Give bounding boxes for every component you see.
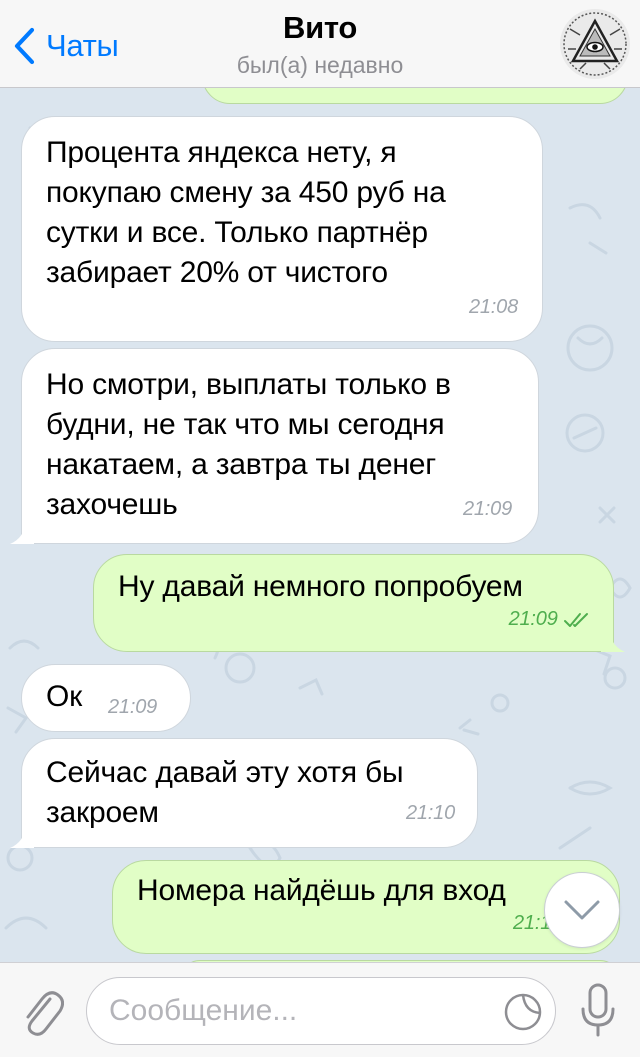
message-input[interactable] bbox=[109, 978, 489, 1044]
chevron-down-icon bbox=[564, 900, 600, 920]
microphone-icon[interactable] bbox=[578, 981, 618, 1041]
message-time-text: 21:09 bbox=[508, 608, 558, 630]
message-input-bar bbox=[0, 962, 640, 1057]
message-text-line: Но смотри, выплаты только в bbox=[46, 368, 451, 401]
message-text-line: сутки и все. Только партнёр bbox=[46, 216, 428, 249]
message-text-line: будни, не так что мы сегодня bbox=[46, 408, 445, 441]
paperclip-icon[interactable] bbox=[20, 987, 64, 1039]
message-text-line: Ок bbox=[46, 680, 83, 713]
bubble-tail bbox=[10, 522, 34, 544]
message-text-line: накатаем, а завтра ты денег bbox=[46, 448, 436, 481]
message-bubble-outgoing-partial[interactable] bbox=[202, 88, 628, 104]
message-text-line: Номера найдёшь для вход bbox=[137, 874, 506, 907]
message-text-line: Ну давай немного попробуем bbox=[118, 570, 523, 603]
avatar[interactable] bbox=[560, 9, 630, 79]
message-time: 21:10 bbox=[405, 802, 455, 824]
message-bubble-incoming[interactable]: Ок 21:09 bbox=[21, 664, 191, 732]
message-text-line: Сейчас давай эту хотя бы bbox=[46, 756, 404, 789]
message-bubble-incoming[interactable]: Процента яндекса нету, я покупаю смену з… bbox=[21, 116, 543, 342]
message-text-line: забирает 20% от чистого bbox=[46, 256, 388, 289]
chat-header: Чаты Вито был(а) недавно bbox=[0, 0, 640, 88]
bubble-tail bbox=[601, 630, 625, 652]
chat-status: был(а) недавно bbox=[236, 52, 404, 78]
chat-title-area[interactable]: Вито был(а) недавно bbox=[0, 10, 640, 79]
message-text-line: покупаю смену за 450 руб на bbox=[46, 176, 446, 209]
avatar-image bbox=[560, 9, 630, 79]
message-text-line: закроем bbox=[46, 796, 159, 829]
bubble-tail bbox=[10, 826, 34, 848]
message-time: 21:09 bbox=[462, 498, 512, 520]
message-time: 21:08 bbox=[468, 296, 518, 318]
message-time: 21:09 bbox=[509, 599, 591, 639]
sticker-icon[interactable] bbox=[503, 992, 543, 1032]
message-bubble-incoming[interactable]: Но смотри, выплаты только в будни, не та… bbox=[10, 348, 539, 544]
scroll-to-bottom-button[interactable] bbox=[544, 872, 620, 948]
message-text-line: Процента яндекса нету, я bbox=[46, 136, 397, 169]
message-time: 21:09 bbox=[108, 696, 158, 718]
message-field[interactable] bbox=[86, 977, 556, 1045]
message-bubble-incoming[interactable]: Сейчас давай эту хотя бы закроем 21:10 bbox=[10, 738, 478, 848]
message-bubble-outgoing[interactable]: Ну давай немного попробуем 21:09 bbox=[93, 554, 625, 652]
message-list[interactable]: Процента яндекса нету, я покупаю смену з… bbox=[0, 88, 640, 962]
double-check-icon bbox=[564, 612, 588, 627]
message-text-line: захочешь bbox=[46, 488, 178, 521]
chat-title[interactable]: Вито bbox=[0, 10, 640, 46]
